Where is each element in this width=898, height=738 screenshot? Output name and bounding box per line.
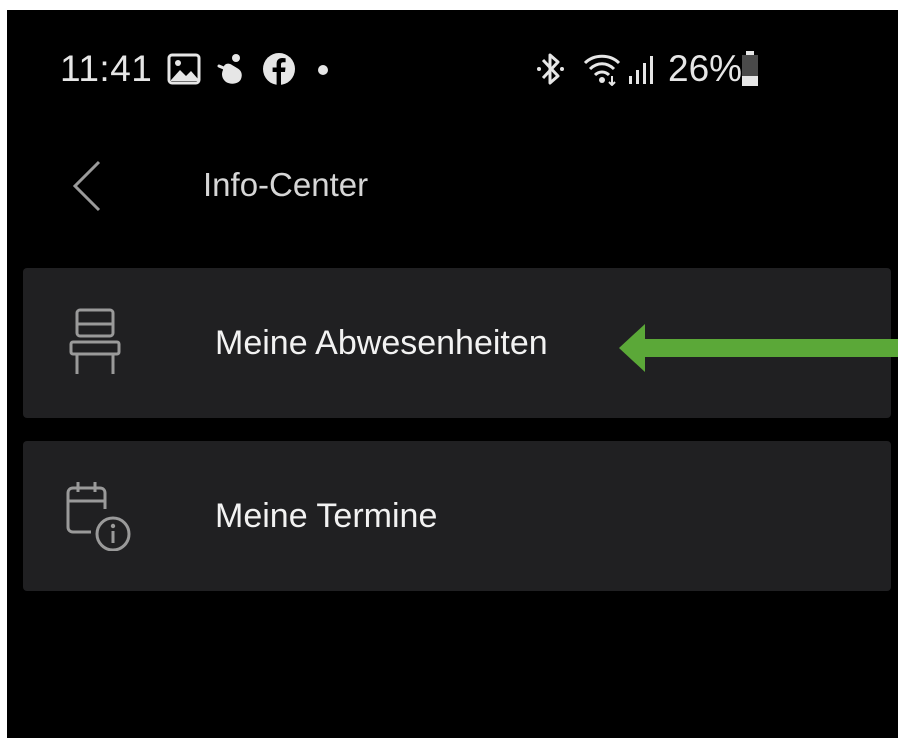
app-screen: 11:41 26% Info-Center Meine Abwesenheite… <box>7 10 898 738</box>
status-time: 11:41 <box>60 48 153 89</box>
bluetooth-icon <box>537 53 564 85</box>
chair-icon <box>69 308 121 374</box>
back-button[interactable] <box>63 158 113 214</box>
signal-icon <box>629 56 653 84</box>
calendar-info-icon <box>66 482 131 551</box>
page-title: Info-Center <box>203 166 369 203</box>
battery-icon <box>742 51 758 86</box>
status-bar: 11:41 26% <box>7 10 898 126</box>
menu-item-meine-termine[interactable]: Meine Termine <box>23 441 891 591</box>
image-icon <box>167 53 201 85</box>
menu-item-label: Meine Termine <box>215 497 438 535</box>
hand-icon <box>217 54 242 84</box>
wifi-icon <box>583 54 621 86</box>
menu-item-label: Meine Abwesenheiten <box>215 324 548 362</box>
chevron-left-icon <box>72 160 101 212</box>
battery-percentage: 26% <box>668 48 743 89</box>
annotation-arrow <box>619 324 898 372</box>
facebook-icon <box>263 53 295 85</box>
dot-icon <box>318 65 328 75</box>
